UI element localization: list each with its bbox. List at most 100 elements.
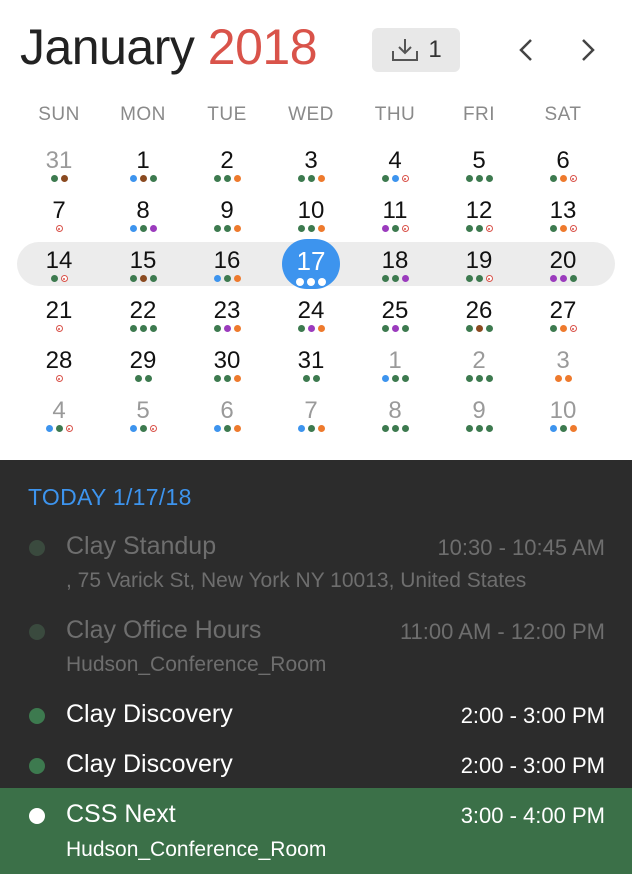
event-dot	[223, 275, 231, 282]
event-dot	[55, 425, 63, 432]
event-dot	[391, 225, 399, 232]
day-cell[interactable]: 15	[101, 242, 185, 292]
day-cell[interactable]: 1	[353, 342, 437, 392]
event-dot	[233, 425, 241, 432]
day-cell[interactable]: 14	[17, 242, 101, 292]
day-cell[interactable]: 22	[101, 292, 185, 342]
day-cell[interactable]: 21	[17, 292, 101, 342]
event-dot	[223, 175, 231, 182]
day-cell[interactable]: 24	[269, 292, 353, 342]
day-number: 19	[465, 247, 493, 274]
day-number: 31	[45, 147, 73, 174]
event-dot	[391, 275, 399, 282]
day-cell[interactable]: 28	[17, 342, 101, 392]
day-cell[interactable]: 30	[185, 342, 269, 392]
event-dot	[297, 225, 305, 232]
event-dot	[559, 425, 567, 432]
day-number: 4	[52, 397, 66, 424]
day-cell[interactable]: 13	[521, 192, 605, 242]
event-row[interactable]: Clay Office Hours 11:00 AM - 12:00 PM Huds…	[0, 616, 632, 700]
day-cell[interactable]: 10	[521, 392, 605, 442]
event-dot	[401, 425, 409, 432]
calendar-color-dot	[29, 808, 45, 824]
event-row[interactable]: Clay Discovery 2:00 - 3:00 PM	[0, 750, 632, 788]
event-dots	[101, 175, 185, 182]
day-cell[interactable]: 18	[353, 242, 437, 292]
day-cell[interactable]: 11	[353, 192, 437, 242]
event-dot	[569, 275, 577, 282]
day-cell[interactable]: 31	[17, 142, 101, 192]
event-dot	[302, 375, 310, 382]
day-cell[interactable]: 4	[353, 142, 437, 192]
event-row[interactable]: Clay Discovery 2:00 - 3:00 PM	[0, 700, 632, 750]
inbox-count: 1	[428, 36, 442, 63]
day-cell[interactable]: 8	[101, 192, 185, 242]
previous-month-button[interactable]	[508, 32, 544, 68]
event-dot	[564, 375, 572, 382]
event-dots	[353, 325, 437, 332]
event-dot	[391, 175, 399, 182]
event-dot	[129, 325, 137, 332]
day-cell[interactable]: 27	[521, 292, 605, 342]
week-row: 28 29 30 31 1 2 3	[17, 342, 615, 392]
day-cell[interactable]: 6	[185, 392, 269, 442]
day-cell[interactable]: 7	[17, 192, 101, 242]
event-dot	[213, 375, 221, 382]
event-title: CSS Next	[66, 800, 176, 828]
day-cell[interactable]: 5	[437, 142, 521, 192]
next-month-button[interactable]	[570, 32, 606, 68]
day-cell[interactable]: 23	[185, 292, 269, 342]
day-cell[interactable]: 7	[269, 392, 353, 442]
event-dots	[521, 425, 605, 432]
day-cell[interactable]: 1	[101, 142, 185, 192]
day-number: 7	[52, 197, 66, 224]
event-dot	[296, 278, 304, 286]
event-dots	[185, 225, 269, 232]
event-dot	[139, 425, 147, 432]
day-cell[interactable]: 3	[269, 142, 353, 192]
event-dot	[549, 175, 557, 182]
calendar-color-dot	[29, 758, 45, 774]
day-number: 26	[465, 297, 493, 324]
day-cell[interactable]: 12	[437, 192, 521, 242]
event-dot	[465, 325, 473, 332]
event-dot	[307, 278, 315, 286]
event-dots	[437, 275, 521, 282]
day-number: 3	[304, 147, 318, 174]
day-number: 1	[388, 347, 402, 374]
event-dot	[391, 375, 399, 382]
day-cell[interactable]: 29	[101, 342, 185, 392]
event-dot	[213, 425, 221, 432]
event-title: Clay Standup	[66, 532, 217, 560]
event-dot	[381, 375, 389, 382]
day-cell[interactable]: 10	[269, 192, 353, 242]
event-dot	[149, 325, 157, 332]
week-row: 7 8 9 10 11 12 13	[17, 192, 615, 242]
day-cell[interactable]: 9	[437, 392, 521, 442]
day-cell[interactable]: 6	[521, 142, 605, 192]
day-cell[interactable]: 3	[521, 342, 605, 392]
day-cell[interactable]: 5	[101, 392, 185, 442]
day-cell[interactable]: 19	[437, 242, 521, 292]
day-cell[interactable]: 31	[269, 342, 353, 392]
day-cell[interactable]: 8	[353, 392, 437, 442]
invitations-inbox-button[interactable]: 1	[372, 28, 460, 72]
weekday-label: FRI	[462, 104, 496, 125]
day-cell[interactable]: 25	[353, 292, 437, 342]
day-cell[interactable]: 9	[185, 192, 269, 242]
calendar-color-dot	[29, 624, 45, 640]
day-number: 31	[297, 347, 325, 374]
day-cell[interactable]: 16	[185, 242, 269, 292]
day-cell[interactable]: 2	[185, 142, 269, 192]
event-dots	[437, 325, 521, 332]
week-row: 31 1 2 3 4 5 6	[17, 142, 615, 192]
day-cell-today[interactable]: 17	[269, 239, 353, 292]
day-cell[interactable]: 2	[437, 342, 521, 392]
event-row[interactable]: CSS Next 3:00 - 4:00 PM Hudson_Conference_…	[0, 788, 632, 874]
day-number: 10	[549, 397, 577, 424]
day-cell[interactable]: 26	[437, 292, 521, 342]
day-cell[interactable]: 20	[521, 242, 605, 292]
event-dot	[549, 275, 557, 282]
day-cell[interactable]: 4	[17, 392, 101, 442]
event-row[interactable]: Clay Standup 10:30 - 10:45 AM , 75 Varick …	[0, 532, 632, 616]
